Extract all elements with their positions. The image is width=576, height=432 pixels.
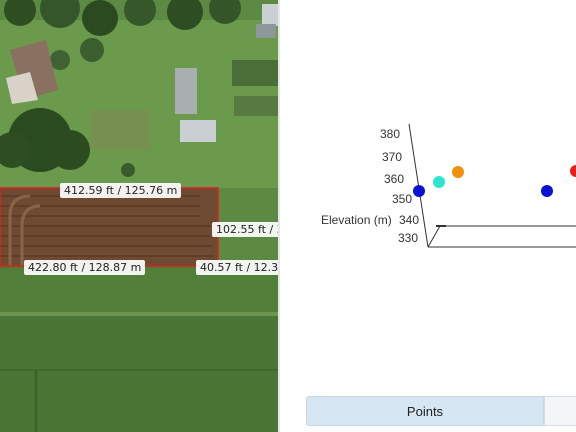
measure-bottom-right-label: 40.57 ft / 12.37 [196,260,278,275]
z-tick-360: 360 [384,172,404,186]
measure-bottom-label: 422.80 ft / 128.87 m [24,260,146,275]
tab-points[interactable]: Points [306,396,544,426]
data-point[interactable] [433,176,445,188]
measure-right-label: 102.55 ft / 3 [212,222,278,237]
map-imagery [0,0,278,432]
data-point[interactable] [570,165,576,177]
data-point[interactable] [452,166,464,178]
tab-secondary[interactable] [544,396,576,426]
z-axis-label: Elevation (m) [321,213,392,227]
elevation-3d-plot[interactable]: 380 370 360 350 340 330 Elevation (m) [280,0,576,390]
data-point[interactable] [541,185,553,197]
measure-top-label: 412.59 ft / 125.76 m [60,183,182,198]
floor-back-edge [427,225,576,248]
data-point[interactable] [413,185,425,197]
panel-tabs: Points [306,396,576,426]
elevation-panel: 380 370 360 350 340 330 Elevation (m) Po… [280,0,576,432]
data-points [413,165,576,197]
z-tick-340: 340 [399,213,419,227]
z-tick-380: 380 [380,127,400,141]
z-tick-330: 330 [398,231,418,245]
satellite-map[interactable]: 412.59 ft / 125.76 m 102.55 ft / 3 422.8… [0,0,278,432]
z-tick-350: 350 [392,192,412,206]
z-tick-370: 370 [382,150,402,164]
